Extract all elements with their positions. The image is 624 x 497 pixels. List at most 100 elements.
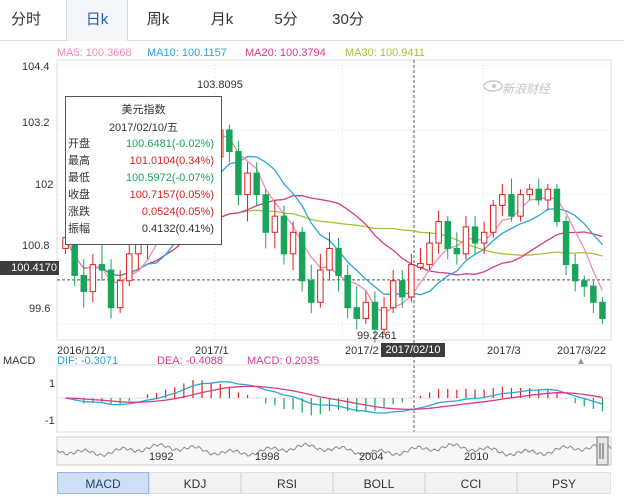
- macd-title: MACD: [3, 355, 36, 367]
- high-price-label: 103.8095: [197, 79, 243, 91]
- macd-frame: [56, 364, 612, 433]
- low-price-label: 99.2461: [357, 330, 397, 342]
- tooltip-row-open: 开盘 100.6481(-0.02%): [68, 136, 218, 153]
- candle-body: [116, 280, 124, 309]
- y-tick-label: 99.6: [29, 303, 51, 315]
- candle-body: [435, 221, 442, 244]
- candle-body: [262, 194, 269, 233]
- indicator-tab-macd[interactable]: MACD: [57, 472, 149, 494]
- candle-body: [562, 221, 570, 266]
- macd-y-tick: -1: [45, 415, 55, 427]
- candle-body: [517, 194, 524, 217]
- navigator-handle[interactable]: [596, 436, 609, 466]
- candle-body: [444, 221, 451, 249]
- sina-eye-logo: [483, 80, 503, 92]
- tooltip-label: 最高: [68, 155, 90, 167]
- indicator-tab-cci[interactable]: CCI: [425, 472, 517, 494]
- tab-daily-k[interactable]: 日k: [66, 0, 128, 41]
- period-tab-bar: 分时 日k 周k 月k 5分 30分: [0, 0, 624, 41]
- candle-body: [271, 215, 279, 233]
- candle-body: [335, 247, 342, 276]
- tooltip-label: 振幅: [68, 223, 90, 235]
- candle-body: [581, 280, 588, 287]
- tooltip-value: 0.4132(0.41%): [141, 223, 214, 235]
- navigator-year: 1998: [255, 451, 280, 463]
- navigator-year: 2010: [464, 451, 489, 463]
- candle-body: [126, 253, 133, 282]
- dea-legend: DEA: -0.4088: [157, 355, 224, 367]
- candle-body: [380, 307, 388, 330]
- candle-body: [590, 285, 597, 303]
- indicator-tab-kdj[interactable]: KDJ: [149, 472, 241, 494]
- ma30-legend: MA30: 100.9411: [345, 47, 425, 59]
- candle-body: [80, 274, 87, 293]
- candle-body: [353, 307, 360, 319]
- candle-body: [462, 226, 470, 255]
- ohlc-tooltip: 美元指数 2017/02/10/五 开盘 100.6481(-0.02%) 最高…: [65, 96, 222, 245]
- candle-body: [244, 172, 251, 196]
- candle-body: [235, 151, 242, 196]
- candle-body: [471, 226, 479, 244]
- indicator-tab-boll[interactable]: BOLL: [333, 472, 425, 494]
- candle-body: [571, 264, 579, 282]
- candle-body: [371, 301, 379, 330]
- candle-body: [226, 129, 233, 153]
- candle-body: [71, 242, 78, 276]
- indicator-tab-psy[interactable]: PSY: [517, 472, 611, 494]
- ma10-legend: MA10: 100.1157: [147, 47, 227, 59]
- tooltip-label: 开盘: [68, 138, 90, 150]
- y-tick-label: 100.8: [22, 240, 50, 252]
- watermark: 新浪财经: [502, 82, 551, 96]
- candle-body: [544, 188, 552, 201]
- candle-body: [553, 188, 561, 223]
- candle-body: [280, 215, 288, 255]
- dif-legend: DIF: -0.3071: [57, 355, 119, 367]
- tooltip-row-amplitude: 振幅 0.4132(0.41%): [68, 221, 218, 238]
- candle-body: [98, 264, 106, 271]
- candle-body: [317, 269, 324, 303]
- candle-body: [508, 194, 515, 217]
- candle-body: [599, 301, 606, 319]
- dea-line: [65, 385, 603, 410]
- collapse-icon[interactable]: ▲: [576, 356, 586, 367]
- tooltip-row-change: 涨跌 0.0524(0.05%): [68, 204, 218, 221]
- tooltip-label: 最低: [68, 172, 90, 184]
- indicator-tab-rsi[interactable]: RSI: [241, 472, 333, 494]
- tab-monthly-k[interactable]: 月k: [196, 0, 248, 40]
- tab-weekly-k[interactable]: 周k: [132, 0, 184, 40]
- y-tick-label: 103.2: [22, 117, 50, 129]
- tooltip-value: 100.6481(-0.02%): [125, 138, 214, 150]
- candle-body: [480, 231, 488, 244]
- x-tick-label: 2017/3: [487, 345, 521, 357]
- macd-value-legend: MACD: 0.2035: [247, 355, 320, 367]
- crosshair-price-label: 100.4170: [0, 261, 59, 275]
- navigator-year: 2004: [359, 451, 384, 463]
- tooltip-row-close: 收盘 100.7157(0.05%): [68, 187, 218, 204]
- tab-5min[interactable]: 5分: [260, 0, 312, 40]
- navigator-year: 1992: [149, 451, 174, 463]
- candle-body: [298, 231, 306, 282]
- tooltip-label: 收盘: [68, 189, 90, 201]
- candle-body: [308, 280, 315, 303]
- tab-30min[interactable]: 30分: [322, 0, 374, 40]
- candle-body: [408, 264, 415, 298]
- tooltip-value: 0.0524(0.05%): [141, 206, 214, 218]
- tab-intraday[interactable]: 分时: [0, 0, 52, 40]
- ma5-legend: MA5: 100.3668: [57, 47, 132, 59]
- candle-body: [289, 231, 297, 255]
- y-tick-label: 102: [35, 179, 54, 191]
- y-tick-label: 104.4: [22, 61, 50, 73]
- candle-body: [426, 242, 433, 266]
- x-tick-label: 2017/2: [345, 345, 379, 357]
- navigator-frame: [56, 436, 612, 466]
- tooltip-title: 美元指数: [121, 104, 166, 116]
- candle-body: [326, 247, 333, 271]
- candle-body: [535, 188, 542, 201]
- candle-body: [389, 280, 397, 309]
- candlestick-chart[interactable]: [0, 0, 624, 497]
- candle-body: [253, 172, 260, 196]
- candle-body: [526, 188, 533, 196]
- candle-body: [399, 280, 406, 298]
- dif-line: [65, 381, 603, 414]
- tooltip-row-low: 最低 100.5972(-0.07%): [68, 170, 218, 187]
